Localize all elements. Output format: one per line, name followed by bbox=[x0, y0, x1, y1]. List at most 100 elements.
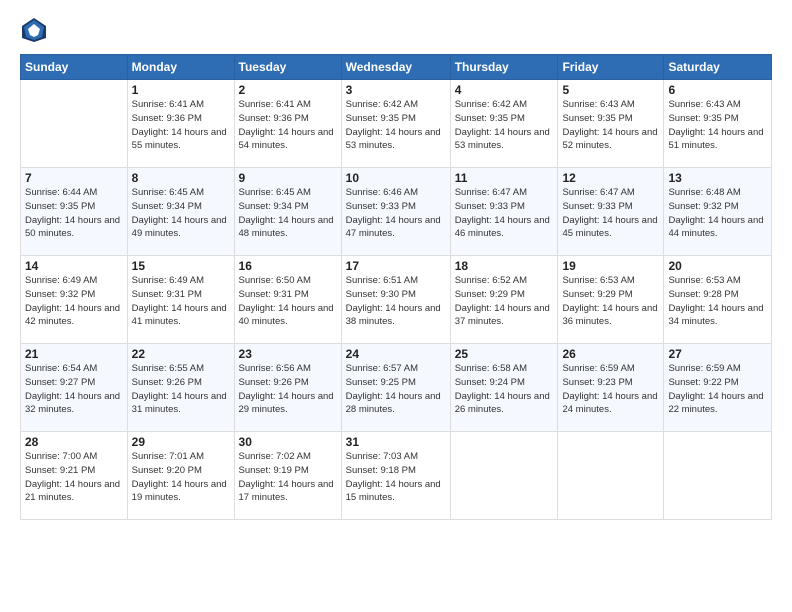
calendar-cell: 21Sunrise: 6:54 AM Sunset: 9:27 PM Dayli… bbox=[21, 344, 128, 432]
day-number: 13 bbox=[668, 171, 767, 185]
col-header-tuesday: Tuesday bbox=[234, 55, 341, 80]
logo-icon bbox=[20, 16, 48, 44]
day-number: 10 bbox=[346, 171, 446, 185]
day-info: Sunrise: 6:41 AM Sunset: 9:36 PM Dayligh… bbox=[239, 98, 337, 153]
day-number: 23 bbox=[239, 347, 337, 361]
calendar-cell: 9Sunrise: 6:45 AM Sunset: 9:34 PM Daylig… bbox=[234, 168, 341, 256]
day-number: 20 bbox=[668, 259, 767, 273]
day-number: 27 bbox=[668, 347, 767, 361]
day-number: 9 bbox=[239, 171, 337, 185]
day-info: Sunrise: 7:01 AM Sunset: 9:20 PM Dayligh… bbox=[132, 450, 230, 505]
calendar-cell: 12Sunrise: 6:47 AM Sunset: 9:33 PM Dayli… bbox=[558, 168, 664, 256]
day-number: 19 bbox=[562, 259, 659, 273]
calendar-cell: 4Sunrise: 6:42 AM Sunset: 9:35 PM Daylig… bbox=[450, 80, 558, 168]
calendar-cell: 14Sunrise: 6:49 AM Sunset: 9:32 PM Dayli… bbox=[21, 256, 128, 344]
day-number: 29 bbox=[132, 435, 230, 449]
day-number: 21 bbox=[25, 347, 123, 361]
day-info: Sunrise: 6:55 AM Sunset: 9:26 PM Dayligh… bbox=[132, 362, 230, 417]
day-info: Sunrise: 6:59 AM Sunset: 9:22 PM Dayligh… bbox=[668, 362, 767, 417]
day-info: Sunrise: 6:42 AM Sunset: 9:35 PM Dayligh… bbox=[455, 98, 554, 153]
day-info: Sunrise: 6:43 AM Sunset: 9:35 PM Dayligh… bbox=[668, 98, 767, 153]
calendar-cell: 23Sunrise: 6:56 AM Sunset: 9:26 PM Dayli… bbox=[234, 344, 341, 432]
day-info: Sunrise: 7:03 AM Sunset: 9:18 PM Dayligh… bbox=[346, 450, 446, 505]
day-number: 8 bbox=[132, 171, 230, 185]
col-header-thursday: Thursday bbox=[450, 55, 558, 80]
day-number: 15 bbox=[132, 259, 230, 273]
day-info: Sunrise: 6:41 AM Sunset: 9:36 PM Dayligh… bbox=[132, 98, 230, 153]
col-header-monday: Monday bbox=[127, 55, 234, 80]
day-number: 28 bbox=[25, 435, 123, 449]
day-info: Sunrise: 6:54 AM Sunset: 9:27 PM Dayligh… bbox=[25, 362, 123, 417]
calendar-table: SundayMondayTuesdayWednesdayThursdayFrid… bbox=[20, 54, 772, 520]
day-number: 3 bbox=[346, 83, 446, 97]
day-number: 26 bbox=[562, 347, 659, 361]
calendar-cell bbox=[664, 432, 772, 520]
calendar-cell: 1Sunrise: 6:41 AM Sunset: 9:36 PM Daylig… bbox=[127, 80, 234, 168]
day-info: Sunrise: 6:45 AM Sunset: 9:34 PM Dayligh… bbox=[132, 186, 230, 241]
day-number: 1 bbox=[132, 83, 230, 97]
week-row-4: 21Sunrise: 6:54 AM Sunset: 9:27 PM Dayli… bbox=[21, 344, 772, 432]
calendar-cell: 16Sunrise: 6:50 AM Sunset: 9:31 PM Dayli… bbox=[234, 256, 341, 344]
day-info: Sunrise: 6:49 AM Sunset: 9:32 PM Dayligh… bbox=[25, 274, 123, 329]
day-info: Sunrise: 6:59 AM Sunset: 9:23 PM Dayligh… bbox=[562, 362, 659, 417]
calendar-cell: 19Sunrise: 6:53 AM Sunset: 9:29 PM Dayli… bbox=[558, 256, 664, 344]
calendar-cell: 18Sunrise: 6:52 AM Sunset: 9:29 PM Dayli… bbox=[450, 256, 558, 344]
calendar-cell: 7Sunrise: 6:44 AM Sunset: 9:35 PM Daylig… bbox=[21, 168, 128, 256]
calendar-cell bbox=[21, 80, 128, 168]
day-number: 5 bbox=[562, 83, 659, 97]
day-info: Sunrise: 6:45 AM Sunset: 9:34 PM Dayligh… bbox=[239, 186, 337, 241]
day-info: Sunrise: 7:00 AM Sunset: 9:21 PM Dayligh… bbox=[25, 450, 123, 505]
calendar-cell: 24Sunrise: 6:57 AM Sunset: 9:25 PM Dayli… bbox=[341, 344, 450, 432]
day-info: Sunrise: 6:44 AM Sunset: 9:35 PM Dayligh… bbox=[25, 186, 123, 241]
calendar-cell: 13Sunrise: 6:48 AM Sunset: 9:32 PM Dayli… bbox=[664, 168, 772, 256]
week-row-5: 28Sunrise: 7:00 AM Sunset: 9:21 PM Dayli… bbox=[21, 432, 772, 520]
col-header-sunday: Sunday bbox=[21, 55, 128, 80]
day-number: 14 bbox=[25, 259, 123, 273]
day-number: 6 bbox=[668, 83, 767, 97]
week-row-1: 1Sunrise: 6:41 AM Sunset: 9:36 PM Daylig… bbox=[21, 80, 772, 168]
calendar-cell: 8Sunrise: 6:45 AM Sunset: 9:34 PM Daylig… bbox=[127, 168, 234, 256]
calendar-cell: 26Sunrise: 6:59 AM Sunset: 9:23 PM Dayli… bbox=[558, 344, 664, 432]
header-row: SundayMondayTuesdayWednesdayThursdayFrid… bbox=[21, 55, 772, 80]
day-info: Sunrise: 6:57 AM Sunset: 9:25 PM Dayligh… bbox=[346, 362, 446, 417]
day-info: Sunrise: 7:02 AM Sunset: 9:19 PM Dayligh… bbox=[239, 450, 337, 505]
day-info: Sunrise: 6:58 AM Sunset: 9:24 PM Dayligh… bbox=[455, 362, 554, 417]
week-row-3: 14Sunrise: 6:49 AM Sunset: 9:32 PM Dayli… bbox=[21, 256, 772, 344]
col-header-wednesday: Wednesday bbox=[341, 55, 450, 80]
calendar-cell: 29Sunrise: 7:01 AM Sunset: 9:20 PM Dayli… bbox=[127, 432, 234, 520]
day-info: Sunrise: 6:51 AM Sunset: 9:30 PM Dayligh… bbox=[346, 274, 446, 329]
calendar-cell: 6Sunrise: 6:43 AM Sunset: 9:35 PM Daylig… bbox=[664, 80, 772, 168]
calendar-cell: 10Sunrise: 6:46 AM Sunset: 9:33 PM Dayli… bbox=[341, 168, 450, 256]
day-number: 22 bbox=[132, 347, 230, 361]
col-header-friday: Friday bbox=[558, 55, 664, 80]
col-header-saturday: Saturday bbox=[664, 55, 772, 80]
calendar-cell: 27Sunrise: 6:59 AM Sunset: 9:22 PM Dayli… bbox=[664, 344, 772, 432]
calendar-cell: 25Sunrise: 6:58 AM Sunset: 9:24 PM Dayli… bbox=[450, 344, 558, 432]
day-info: Sunrise: 6:47 AM Sunset: 9:33 PM Dayligh… bbox=[562, 186, 659, 241]
day-number: 31 bbox=[346, 435, 446, 449]
day-number: 12 bbox=[562, 171, 659, 185]
calendar-cell: 15Sunrise: 6:49 AM Sunset: 9:31 PM Dayli… bbox=[127, 256, 234, 344]
day-info: Sunrise: 6:47 AM Sunset: 9:33 PM Dayligh… bbox=[455, 186, 554, 241]
logo bbox=[20, 16, 52, 44]
calendar-cell bbox=[558, 432, 664, 520]
day-number: 17 bbox=[346, 259, 446, 273]
day-number: 24 bbox=[346, 347, 446, 361]
week-row-2: 7Sunrise: 6:44 AM Sunset: 9:35 PM Daylig… bbox=[21, 168, 772, 256]
calendar-cell: 3Sunrise: 6:42 AM Sunset: 9:35 PM Daylig… bbox=[341, 80, 450, 168]
day-info: Sunrise: 6:42 AM Sunset: 9:35 PM Dayligh… bbox=[346, 98, 446, 153]
day-info: Sunrise: 6:50 AM Sunset: 9:31 PM Dayligh… bbox=[239, 274, 337, 329]
day-info: Sunrise: 6:46 AM Sunset: 9:33 PM Dayligh… bbox=[346, 186, 446, 241]
day-info: Sunrise: 6:48 AM Sunset: 9:32 PM Dayligh… bbox=[668, 186, 767, 241]
day-info: Sunrise: 6:52 AM Sunset: 9:29 PM Dayligh… bbox=[455, 274, 554, 329]
day-info: Sunrise: 6:53 AM Sunset: 9:28 PM Dayligh… bbox=[668, 274, 767, 329]
day-number: 18 bbox=[455, 259, 554, 273]
day-info: Sunrise: 6:49 AM Sunset: 9:31 PM Dayligh… bbox=[132, 274, 230, 329]
day-number: 16 bbox=[239, 259, 337, 273]
calendar-cell: 22Sunrise: 6:55 AM Sunset: 9:26 PM Dayli… bbox=[127, 344, 234, 432]
day-number: 4 bbox=[455, 83, 554, 97]
day-info: Sunrise: 6:53 AM Sunset: 9:29 PM Dayligh… bbox=[562, 274, 659, 329]
calendar-cell: 17Sunrise: 6:51 AM Sunset: 9:30 PM Dayli… bbox=[341, 256, 450, 344]
day-number: 2 bbox=[239, 83, 337, 97]
calendar-cell: 20Sunrise: 6:53 AM Sunset: 9:28 PM Dayli… bbox=[664, 256, 772, 344]
